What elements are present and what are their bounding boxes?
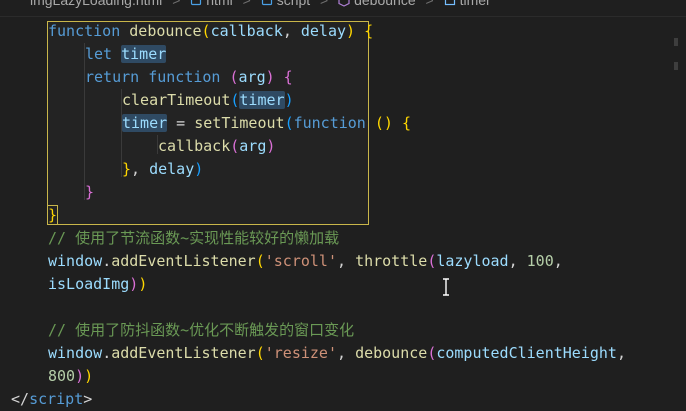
code-line-13: // 使用了防抖函数~优化不断触发的窗口变化 xyxy=(48,321,355,339)
breadcrumb-debounce[interactable]: debounce xyxy=(354,0,416,8)
code-line-6: callback(arg) xyxy=(158,137,276,155)
code-line-15: 800)) xyxy=(48,367,94,385)
code-line-16: </script> xyxy=(11,390,93,408)
breadcrumb-separator: > xyxy=(242,0,251,8)
variable-icon xyxy=(444,0,455,6)
code-line-2: let timer xyxy=(85,45,167,63)
code-line-8: } xyxy=(85,183,95,201)
code-line-3: return function (arg) { xyxy=(85,68,293,86)
tag-icon xyxy=(191,0,202,6)
function-cube-icon xyxy=(338,0,350,7)
code-line-5: timer = setTimeout(function () { xyxy=(122,114,411,132)
breadcrumb-html[interactable]: html xyxy=(206,0,232,8)
code-line-10: // 使用了节流函数~实现性能较好的懒加载 xyxy=(48,229,340,247)
scrollbar-marker[interactable] xyxy=(674,62,678,70)
code-line-9: } xyxy=(46,205,59,225)
breadcrumb-script[interactable]: script xyxy=(277,0,310,8)
code-line-11: window.addEventListener('scroll', thrott… xyxy=(48,252,563,270)
scrollbar-marker[interactable] xyxy=(674,38,678,46)
breadcrumb-separator: > xyxy=(425,0,434,8)
code-line-12: isLoadImg)) xyxy=(48,275,148,293)
breadcrumb-separator: > xyxy=(320,0,329,8)
breadcrumb-separator: > xyxy=(172,0,181,8)
breadcrumb: imgLazyLoading.html > html > script > de… xyxy=(0,0,686,17)
code-line-7: }, delay) xyxy=(122,160,204,178)
code-line-14: window.addEventListener('resize', deboun… xyxy=(48,344,626,362)
text-cursor-icon xyxy=(443,278,449,296)
code-line-1: function debounce(callback, delay) { xyxy=(48,22,374,40)
tag-icon xyxy=(261,0,272,6)
code-line-4: clearTimeout(timer) xyxy=(122,91,294,109)
breadcrumb-file[interactable]: imgLazyLoading.html xyxy=(30,0,162,8)
code-editor[interactable]: function debounce(callback, delay) { let… xyxy=(0,18,680,410)
breadcrumb-timer[interactable]: timer xyxy=(460,0,491,8)
